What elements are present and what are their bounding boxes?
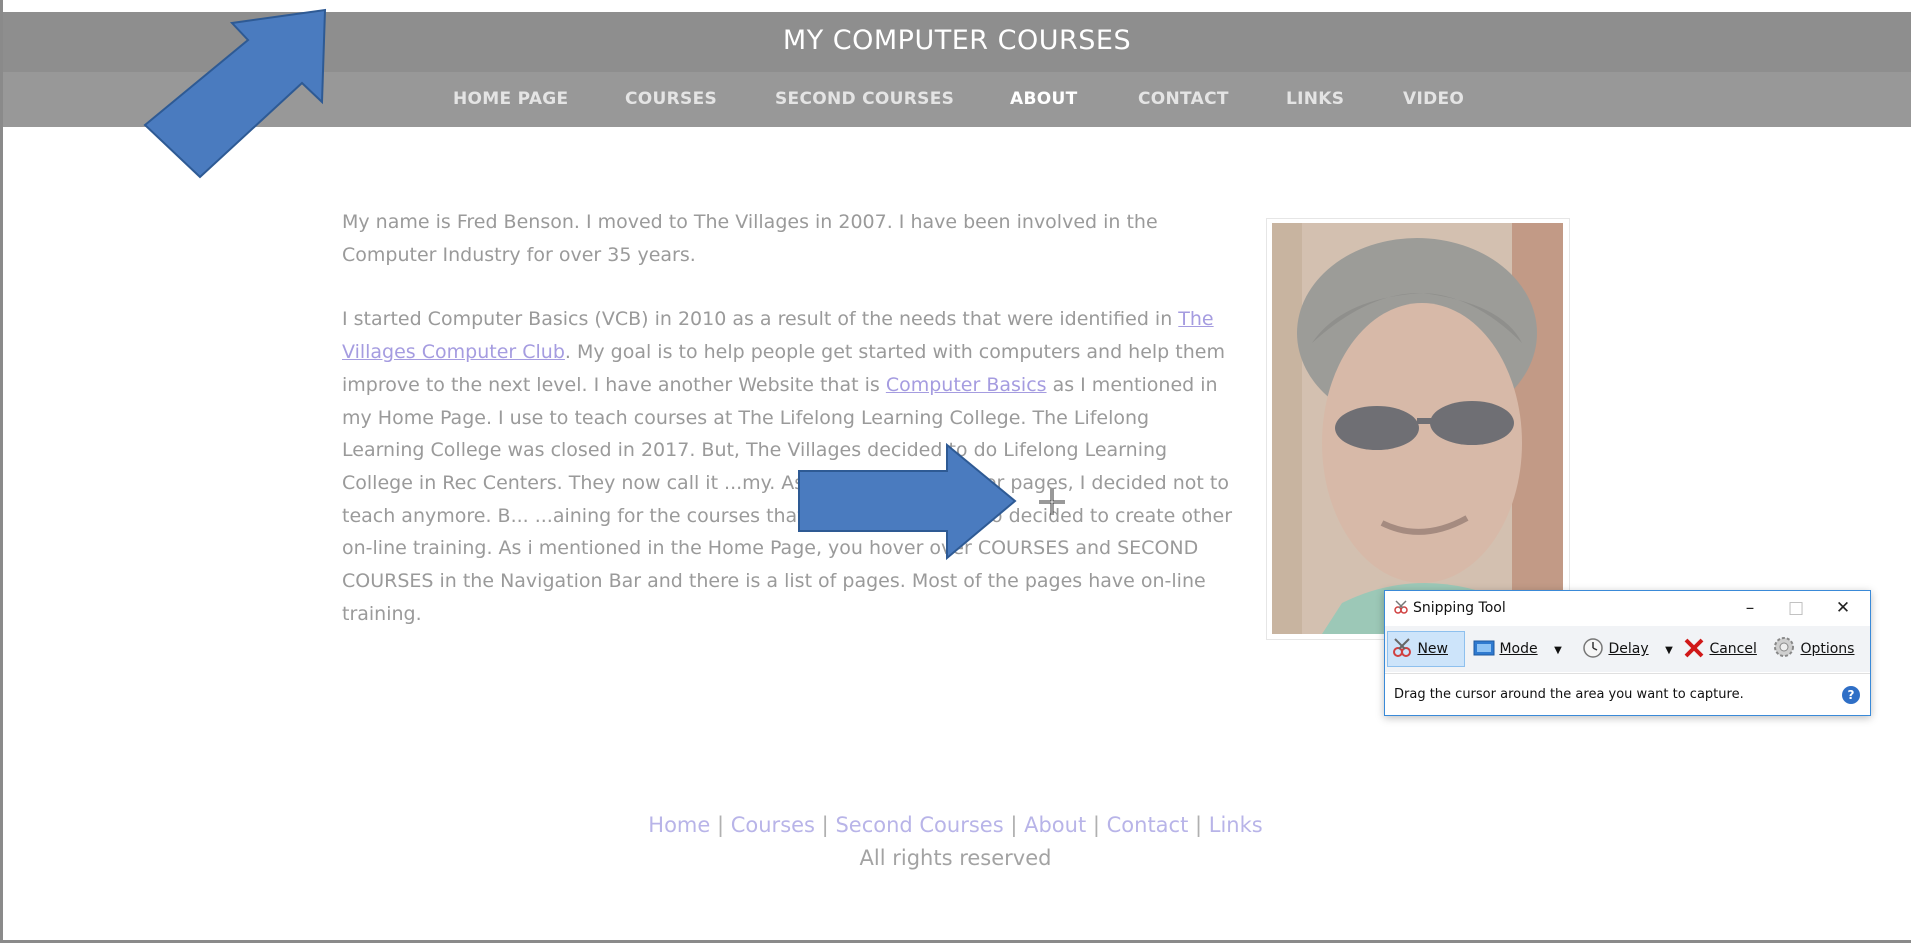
status-text: Drag the cursor around the area you want… xyxy=(1394,687,1744,702)
crosshair-cursor-icon xyxy=(1039,489,1065,515)
about-content: My name is Fred Benson. I moved to The V… xyxy=(342,206,1232,662)
footer-link-courses[interactable]: Courses xyxy=(731,813,815,837)
snipping-toolbar: New Mode ▼ Delay ▼ Cancel Options xyxy=(1385,626,1870,672)
bio-paragraph-1: My name is Fred Benson. I moved to The V… xyxy=(342,211,1158,266)
mode-icon xyxy=(1473,640,1495,656)
annotation-arrow-up-right xyxy=(143,8,327,179)
snipping-tool-window: Snipping Tool – □ ✕ New Mode ▼ Delay ▼ C… xyxy=(1384,590,1871,716)
new-label: New xyxy=(1417,641,1448,657)
nav-courses[interactable]: COURSES xyxy=(625,72,717,127)
maximize-button[interactable]: □ xyxy=(1773,591,1819,625)
snipping-tool-title-text: Snipping Tool xyxy=(1413,600,1506,616)
footer-link-about[interactable]: About xyxy=(1024,813,1086,837)
footer-link-links[interactable]: Links xyxy=(1209,813,1263,837)
bio-text-c: as I mentioned in my Home Page. I use to… xyxy=(342,373,1233,625)
bio-text-a: I started Computer Basics (VCB) in 2010 … xyxy=(342,308,1179,331)
mode-button[interactable]: Mode ▼ xyxy=(1473,632,1562,666)
scissors-icon xyxy=(1393,638,1411,657)
cancel-button[interactable]: Cancel xyxy=(1683,632,1757,666)
chevron-down-icon[interactable]: ▼ xyxy=(1554,645,1562,656)
portrait-illustration xyxy=(1272,223,1563,634)
cancel-label: Cancel xyxy=(1709,641,1757,657)
delay-label: Delay xyxy=(1608,641,1649,657)
snipping-status-bar: Drag the cursor around the area you want… xyxy=(1385,673,1870,716)
scissors-icon xyxy=(1394,600,1408,614)
profile-photo-frame xyxy=(1266,218,1570,640)
new-snip-button[interactable]: New xyxy=(1387,631,1465,667)
footer-link-home[interactable]: Home xyxy=(648,813,710,837)
computer-basics-link[interactable]: Computer Basics xyxy=(886,374,1047,396)
nav-second-courses[interactable]: SECOND COURSES xyxy=(775,72,954,127)
minimize-button[interactable]: – xyxy=(1727,591,1773,625)
options-button[interactable]: Options xyxy=(1772,632,1854,666)
nav-video[interactable]: VIDEO xyxy=(1403,72,1464,127)
options-label: Options xyxy=(1800,641,1855,657)
snipping-tool-title: Snipping Tool xyxy=(1393,599,1506,616)
chevron-down-icon[interactable]: ▼ xyxy=(1665,645,1673,656)
options-gear-icon xyxy=(1774,637,1794,657)
help-icon[interactable]: ? xyxy=(1842,686,1860,704)
nav-contact[interactable]: CONTACT xyxy=(1138,72,1229,127)
clock-icon xyxy=(1583,638,1603,658)
delay-button[interactable]: Delay ▼ xyxy=(1582,632,1673,666)
copyright-text: All rights reserved xyxy=(859,846,1052,870)
footer-link-second-courses[interactable]: Second Courses xyxy=(835,813,1003,837)
nav-home-page[interactable]: HOME PAGE xyxy=(453,72,568,127)
cancel-x-icon xyxy=(1684,638,1704,658)
annotation-arrow-right xyxy=(798,443,1017,561)
close-button[interactable]: ✕ xyxy=(1820,591,1866,625)
nav-about[interactable]: ABOUT xyxy=(1010,72,1077,127)
window-left-edge xyxy=(0,0,3,943)
nav-links[interactable]: LINKS xyxy=(1286,72,1344,127)
footer-links: Home | Courses | Second Courses | About … xyxy=(648,813,1263,837)
profile-photo xyxy=(1272,223,1563,634)
mode-label: Mode xyxy=(1499,641,1538,657)
footer-link-contact[interactable]: Contact xyxy=(1107,813,1189,837)
bio-paragraph-2: I started Computer Basics (VCB) in 2010 … xyxy=(342,303,1232,630)
